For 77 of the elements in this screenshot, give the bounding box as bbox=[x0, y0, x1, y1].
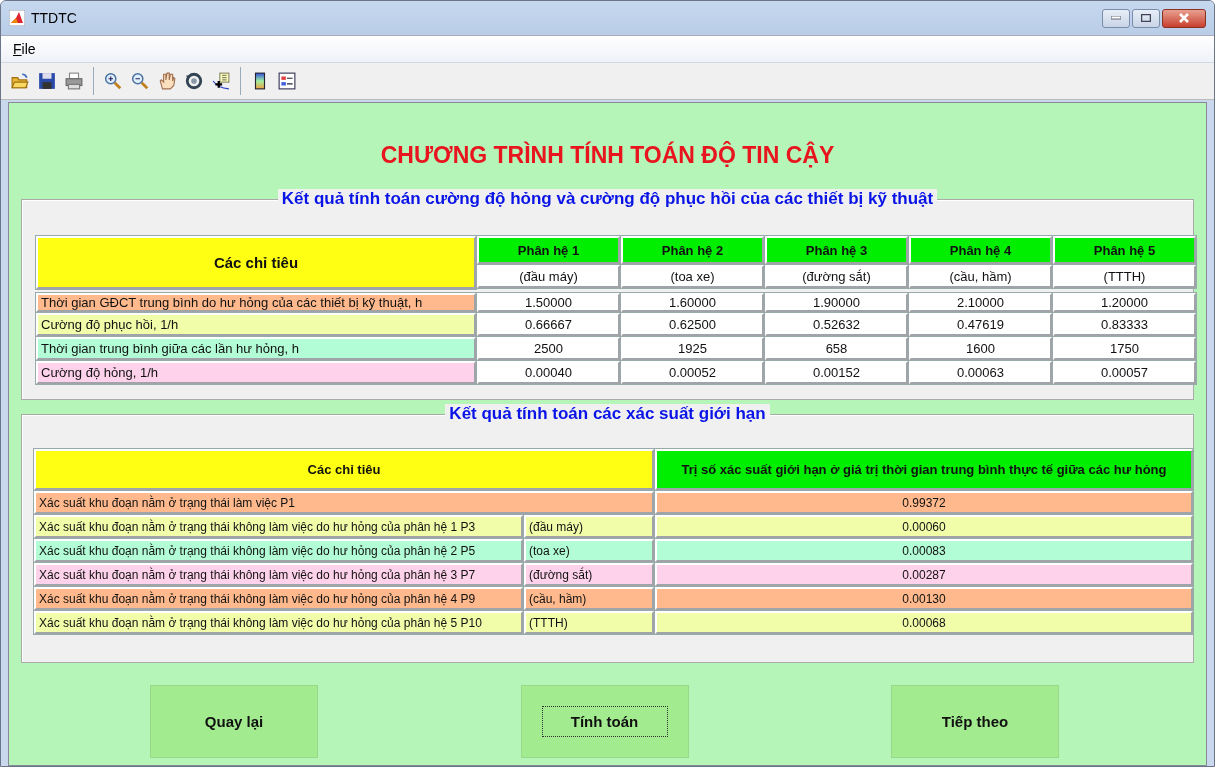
column-header: Phân hệ 2 bbox=[621, 236, 764, 264]
action-button[interactable]: Tiếp theo bbox=[891, 685, 1059, 758]
data-cursor-icon[interactable] bbox=[212, 72, 230, 90]
printer-icon[interactable] bbox=[65, 72, 83, 90]
column-subheader: (cầu, hầm) bbox=[909, 265, 1052, 288]
save-icon[interactable] bbox=[38, 72, 56, 90]
column-header: Các chỉ tiêu bbox=[36, 236, 476, 289]
column-subheader: (đầu máy) bbox=[477, 265, 620, 288]
table-cell: 1.90000 bbox=[765, 293, 908, 312]
row-label: Xác suất khu đoạn nằm ở trạng thái không làm việc do hư hỏng của phân hệ 4 P9 bbox=[34, 587, 523, 610]
row-label: Xác suất khu đoạn nằm ở trạng thái không làm việc do hư hỏng của phân hệ 2 P5 bbox=[34, 539, 523, 562]
rotate-icon[interactable] bbox=[185, 72, 203, 90]
table-cell: 1.60000 bbox=[621, 293, 764, 312]
table-cell: 0.52632 bbox=[765, 313, 908, 336]
table-cell: 0.00052 bbox=[621, 361, 764, 384]
table-cell: 0.00287 bbox=[655, 563, 1193, 586]
hand-icon[interactable] bbox=[158, 72, 176, 90]
table-cell: 1925 bbox=[621, 337, 764, 360]
row-subsystem: (đường sắt) bbox=[524, 563, 654, 586]
zoom-out-icon[interactable] bbox=[131, 72, 149, 90]
column-header: Phân hệ 3 bbox=[765, 236, 908, 264]
row-label: Xác suất khu đoạn nằm ở trạng thái không làm việc do hư hỏng của phân hệ 1 P3 bbox=[34, 515, 523, 538]
column-subheader: (toa xe) bbox=[621, 265, 764, 288]
row-label: Thời gian trung bình giữa các lần hư hỏng, h bbox=[36, 337, 476, 360]
table-cell: 0.00063 bbox=[909, 361, 1052, 384]
row-subsystem: (cầu, hầm) bbox=[524, 587, 654, 610]
table-cell: 2.10000 bbox=[909, 293, 1052, 312]
table-cell: 0.00057 bbox=[1053, 361, 1196, 384]
column-header: Phân hệ 1 bbox=[477, 236, 620, 264]
legend-icon[interactable] bbox=[278, 72, 296, 90]
column-subheader: (đường sắt) bbox=[765, 265, 908, 288]
row-label: Xác suất khu đoạn nằm ở trạng thái làm việc P1 bbox=[34, 491, 654, 514]
table-cell: 0.47619 bbox=[909, 313, 1052, 336]
table-cell: 658 bbox=[765, 337, 908, 360]
close-icon bbox=[1178, 13, 1190, 23]
table-cell: 0.83333 bbox=[1053, 313, 1196, 336]
column-header: Trị số xác suất giới hạn ở giá trị thời gian trung bình thực tế giữa các hư hỏng bbox=[655, 449, 1193, 490]
table-cell: 0.00152 bbox=[765, 361, 908, 384]
table-cell: 0.66667 bbox=[477, 313, 620, 336]
menu-item[interactable]: File bbox=[9, 39, 40, 59]
table-cell: 2500 bbox=[477, 337, 620, 360]
column-subheader: (TTTH) bbox=[1053, 265, 1196, 288]
table-cell: 0.62500 bbox=[621, 313, 764, 336]
row-label: Cường độ phục hồi, 1/h bbox=[36, 313, 476, 336]
column-header: Phân hệ 4 bbox=[909, 236, 1052, 264]
table-cell: 0.00068 bbox=[655, 611, 1193, 634]
row-subsystem: (toa xe) bbox=[524, 539, 654, 562]
minimize-icon bbox=[1111, 16, 1121, 20]
table-cell: 0.00060 bbox=[655, 515, 1193, 538]
row-subsystem: (đầu máy) bbox=[524, 515, 654, 538]
panel-title: Kết quả tính toán cường độ hỏng và cường độ phục hồi của các thiết bị kỹ thuật bbox=[277, 189, 938, 208]
close-button[interactable] bbox=[1162, 8, 1206, 28]
table-cell: 0.00040 bbox=[477, 361, 620, 384]
table-cell: 1.20000 bbox=[1053, 293, 1196, 312]
zoom-in-icon[interactable] bbox=[104, 72, 122, 90]
table-cell: 1600 bbox=[909, 337, 1052, 360]
maximize-icon bbox=[1141, 14, 1151, 22]
app-logo-icon bbox=[9, 10, 25, 26]
action-button[interactable]: Tính toán bbox=[520, 685, 689, 758]
column-header: Các chỉ tiêu bbox=[34, 449, 654, 490]
row-label: Xác suất khu đoạn nằm ở trạng thái không làm việc do hư hỏng của phân hệ 3 P7 bbox=[34, 563, 523, 586]
row-label: Xác suất khu đoạn nằm ở trạng thái không làm việc do hư hỏng của phân hệ 5 P10 bbox=[34, 611, 523, 634]
row-label: Cường độ hỏng, 1/h bbox=[36, 361, 476, 384]
panel-title: Kết quả tính toán các xác suất giới hạn bbox=[445, 404, 770, 423]
row-subsystem: (TTTH) bbox=[524, 611, 654, 634]
table-cell: 1.50000 bbox=[477, 293, 620, 312]
table-cell: 0.99372 bbox=[655, 491, 1193, 514]
window-title: TTDTC bbox=[31, 10, 77, 26]
table-cell: 0.00083 bbox=[655, 539, 1193, 562]
open-folder-icon[interactable] bbox=[11, 72, 29, 90]
action-button[interactable]: Quay lại bbox=[150, 685, 318, 758]
row-label: Thời gian GĐCT trung bình do hư hỏng của các thiết bị kỹ thuật, h bbox=[36, 293, 476, 312]
maximize-button[interactable] bbox=[1132, 8, 1160, 28]
table-cell: 1750 bbox=[1053, 337, 1196, 360]
page-heading: CHƯƠNG TRÌNH TÍNH TOÁN ĐỘ TIN CẬY bbox=[379, 142, 836, 168]
column-header: Phân hệ 5 bbox=[1053, 236, 1196, 264]
table-cell: 0.00130 bbox=[655, 587, 1193, 610]
